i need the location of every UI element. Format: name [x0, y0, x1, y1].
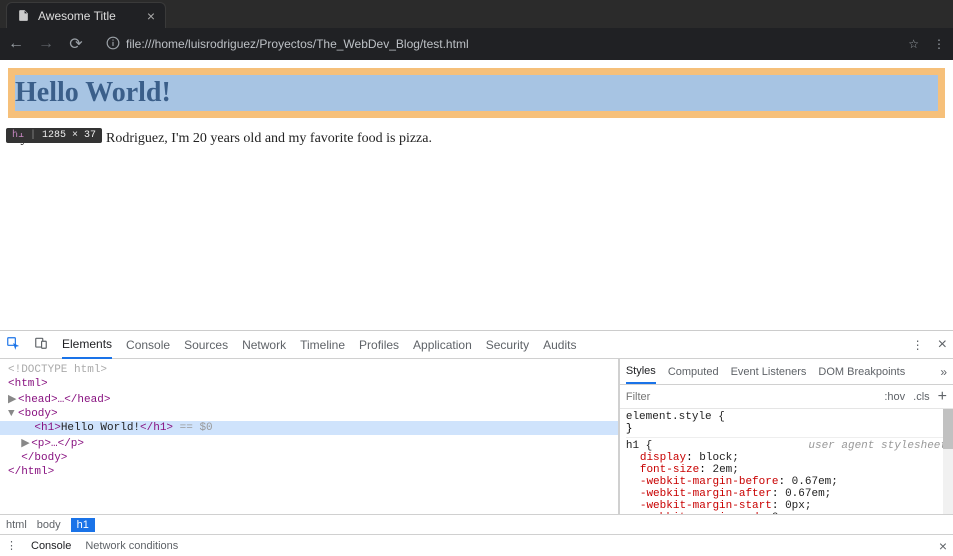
dom-tree[interactable]: <!DOCTYPE html> <html> ▶<head>…</head> ▼…: [0, 359, 619, 514]
browser-tab[interactable]: Awesome Title ×: [6, 2, 166, 28]
css-declaration[interactable]: display: block;: [626, 452, 947, 464]
page-paragraph: My name is Luis Rodriguez, I'm 20 years …: [8, 131, 945, 147]
browser-menu-icon[interactable]: ⋮: [933, 37, 945, 51]
browser-tab-strip: Awesome Title ×: [0, 0, 953, 28]
devtools-drawer: ⋮ Console Network conditions ×: [0, 534, 953, 556]
styles-tab-computed[interactable]: Computed: [668, 361, 719, 383]
tab-timeline[interactable]: Timeline: [300, 332, 345, 358]
styles-more-icon[interactable]: »: [940, 365, 947, 379]
h1-selector[interactable]: h1 {: [626, 440, 652, 452]
tooltip-tag: h1: [12, 130, 24, 141]
breadcrumb-html[interactable]: html: [6, 519, 27, 531]
styles-filter-row: :hov .cls +: [620, 385, 953, 409]
drawer-tab-network-conditions[interactable]: Network conditions: [85, 540, 178, 552]
styles-tab-styles[interactable]: Styles: [626, 360, 656, 384]
tab-application[interactable]: Application: [413, 332, 472, 358]
tab-security[interactable]: Security: [486, 332, 529, 358]
page-viewport: Hello World! My name is Luis Rodriguez, …: [0, 60, 953, 330]
devtools-menu-icon[interactable]: ⋮: [912, 338, 924, 352]
styles-tab-bar: Styles Computed Event Listeners DOM Brea…: [620, 359, 953, 385]
forward-button: →: [38, 35, 54, 53]
drawer-close-icon[interactable]: ×: [939, 538, 947, 554]
brace-close: }: [626, 423, 633, 435]
ua-stylesheet-label: user agent stylesheet: [808, 440, 947, 452]
dom-h1-selected[interactable]: <h1>Hello World!</h1> == $0: [0, 421, 618, 435]
inspect-element-icon[interactable]: [6, 336, 20, 353]
devtools: Elements Console Sources Network Timelin…: [0, 330, 953, 556]
devtools-close-icon[interactable]: ×: [938, 336, 947, 354]
tab-title: Awesome Title: [38, 9, 116, 23]
devtools-tab-bar: Elements Console Sources Network Timelin…: [0, 331, 953, 359]
styles-tab-event-listeners[interactable]: Event Listeners: [731, 361, 807, 383]
tab-audits[interactable]: Audits: [543, 332, 576, 358]
address-bar: ← → ⟳ file:///home/luisrodriguez/Proyect…: [0, 28, 953, 60]
tab-sources[interactable]: Sources: [184, 332, 228, 358]
document-icon: [17, 9, 30, 22]
url-text: file:///home/luisrodriguez/Proyectos/The…: [126, 37, 469, 51]
cls-toggle[interactable]: .cls: [913, 391, 930, 403]
back-button[interactable]: ←: [8, 35, 24, 53]
tab-elements[interactable]: Elements: [62, 331, 112, 359]
dom-html-open[interactable]: <html>: [8, 378, 48, 390]
css-declaration[interactable]: font-size: 2em;: [626, 464, 947, 476]
breadcrumb-body[interactable]: body: [37, 519, 61, 531]
styles-filter-input[interactable]: [626, 391, 877, 403]
element-style-selector[interactable]: element.style {: [626, 411, 725, 423]
url-box[interactable]: file:///home/luisrodriguez/Proyectos/The…: [98, 33, 894, 56]
css-declaration[interactable]: -webkit-margin-after: 0.67em;: [626, 488, 947, 500]
css-declaration[interactable]: -webkit-margin-end: 0px;: [626, 512, 947, 514]
dom-body-close[interactable]: </body>: [21, 452, 67, 464]
dom-body-open[interactable]: <body>: [18, 408, 58, 420]
dom-html-close[interactable]: </html>: [8, 466, 54, 478]
dom-head[interactable]: <head>…</head>: [18, 394, 110, 406]
styles-scrollbar[interactable]: [943, 409, 953, 514]
tab-console[interactable]: Console: [126, 332, 170, 358]
dom-breadcrumb: html body h1: [0, 514, 953, 534]
close-tab-icon[interactable]: ×: [147, 9, 155, 23]
drawer-tab-console[interactable]: Console: [31, 540, 71, 552]
site-info-icon[interactable]: [106, 36, 120, 53]
bookmark-star-icon[interactable]: ☆: [908, 37, 919, 51]
dom-p[interactable]: <p>…</p>: [31, 438, 84, 450]
css-rules[interactable]: element.style { } h1 { user agent stylesh…: [620, 409, 953, 514]
dom-doctype[interactable]: <!DOCTYPE html>: [8, 364, 107, 376]
css-declaration[interactable]: -webkit-margin-before: 0.67em;: [626, 476, 947, 488]
tooltip-dimensions: 1285 × 37: [42, 130, 96, 141]
element-inspect-tooltip: h1 | 1285 × 37: [6, 128, 102, 143]
drawer-menu-icon[interactable]: ⋮: [6, 539, 17, 552]
device-toolbar-icon[interactable]: [34, 336, 48, 353]
css-declaration[interactable]: -webkit-margin-start: 0px;: [626, 500, 947, 512]
page-body-band: Hello World!: [8, 68, 945, 118]
breadcrumb-h1[interactable]: h1: [71, 518, 95, 532]
page-heading: Hello World!: [15, 75, 938, 111]
new-style-rule-icon[interactable]: +: [938, 388, 947, 406]
tab-profiles[interactable]: Profiles: [359, 332, 399, 358]
hov-toggle[interactable]: :hov: [884, 391, 905, 403]
styles-pane: Styles Computed Event Listeners DOM Brea…: [619, 359, 953, 514]
styles-tab-dom-breakpoints[interactable]: DOM Breakpoints: [818, 361, 905, 383]
tab-network[interactable]: Network: [242, 332, 286, 358]
reload-button[interactable]: ⟳: [68, 34, 84, 54]
